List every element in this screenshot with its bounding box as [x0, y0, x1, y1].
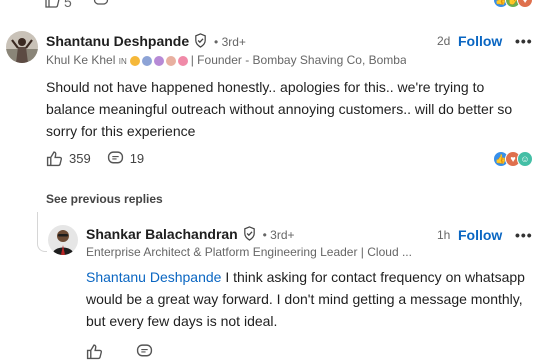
reply-actions	[86, 343, 153, 360]
avatar[interactable]	[48, 225, 78, 255]
headline-prefix: Khul Ke Khel	[46, 53, 116, 67]
emoji-strip	[129, 56, 188, 66]
mention-link[interactable]: Shantanu Deshpande	[86, 269, 221, 285]
timestamp: 2d	[437, 34, 451, 48]
previous-comment-actions: 5 👍 ✋ ♥	[0, 0, 544, 14]
reaction-love-icon: ♥	[517, 0, 533, 8]
author-name[interactable]: Shantanu Deshpande • 3rd+	[46, 33, 246, 49]
reaction-summary[interactable]: 👍 ✋ ♥	[493, 0, 533, 8]
more-options-button[interactable]: •••	[515, 227, 533, 243]
author-name-text[interactable]: Shantanu Deshpande	[46, 33, 189, 49]
reaction-summary[interactable]: 👍 ♥ ☺	[493, 151, 533, 167]
comment-icon[interactable]	[136, 343, 153, 360]
connection-degree: • 3rd+	[262, 228, 295, 242]
like-count: 5	[64, 0, 72, 10]
comment-icon[interactable]	[107, 150, 124, 167]
like-icon[interactable]	[46, 150, 63, 167]
comment-icon[interactable]	[93, 0, 109, 8]
comment-actions: 359 19	[46, 149, 144, 167]
verified-icon	[195, 33, 206, 48]
reaction-funny-icon: ☺	[517, 151, 533, 167]
headline-suffix: | Founder - Bombay Shaving Co, Bomba...	[190, 53, 406, 67]
like-icon[interactable]	[44, 0, 60, 8]
connection-degree: • 3rd+	[214, 35, 246, 49]
follow-button[interactable]: Follow	[458, 33, 502, 49]
comment-text: Should not have happened honestly.. apol…	[46, 79, 513, 139]
more-options-button[interactable]: •••	[515, 33, 533, 49]
verified-icon	[243, 226, 255, 241]
thread-connector	[37, 212, 47, 252]
author-headline: Enterprise Architect & Platform Engineer…	[86, 245, 412, 259]
headline-badge: IN	[118, 57, 127, 66]
avatar[interactable]	[6, 31, 38, 63]
timestamp: 1h	[437, 228, 451, 242]
follow-button[interactable]: Follow	[458, 227, 502, 243]
author-name[interactable]: Shankar Balachandran • 3rd+	[86, 226, 295, 242]
author-headline: Khul Ke Khel IN | Founder - Bombay Shavi…	[46, 53, 406, 67]
see-previous-replies-button[interactable]: See previous replies	[46, 192, 163, 206]
like-icon[interactable]	[86, 343, 103, 360]
reply-count[interactable]: 19	[130, 151, 144, 166]
author-name-text[interactable]: Shankar Balachandran	[86, 226, 238, 242]
reply-text: Shantanu Deshpande I think asking for co…	[86, 266, 532, 332]
like-count[interactable]: 359	[69, 151, 91, 166]
